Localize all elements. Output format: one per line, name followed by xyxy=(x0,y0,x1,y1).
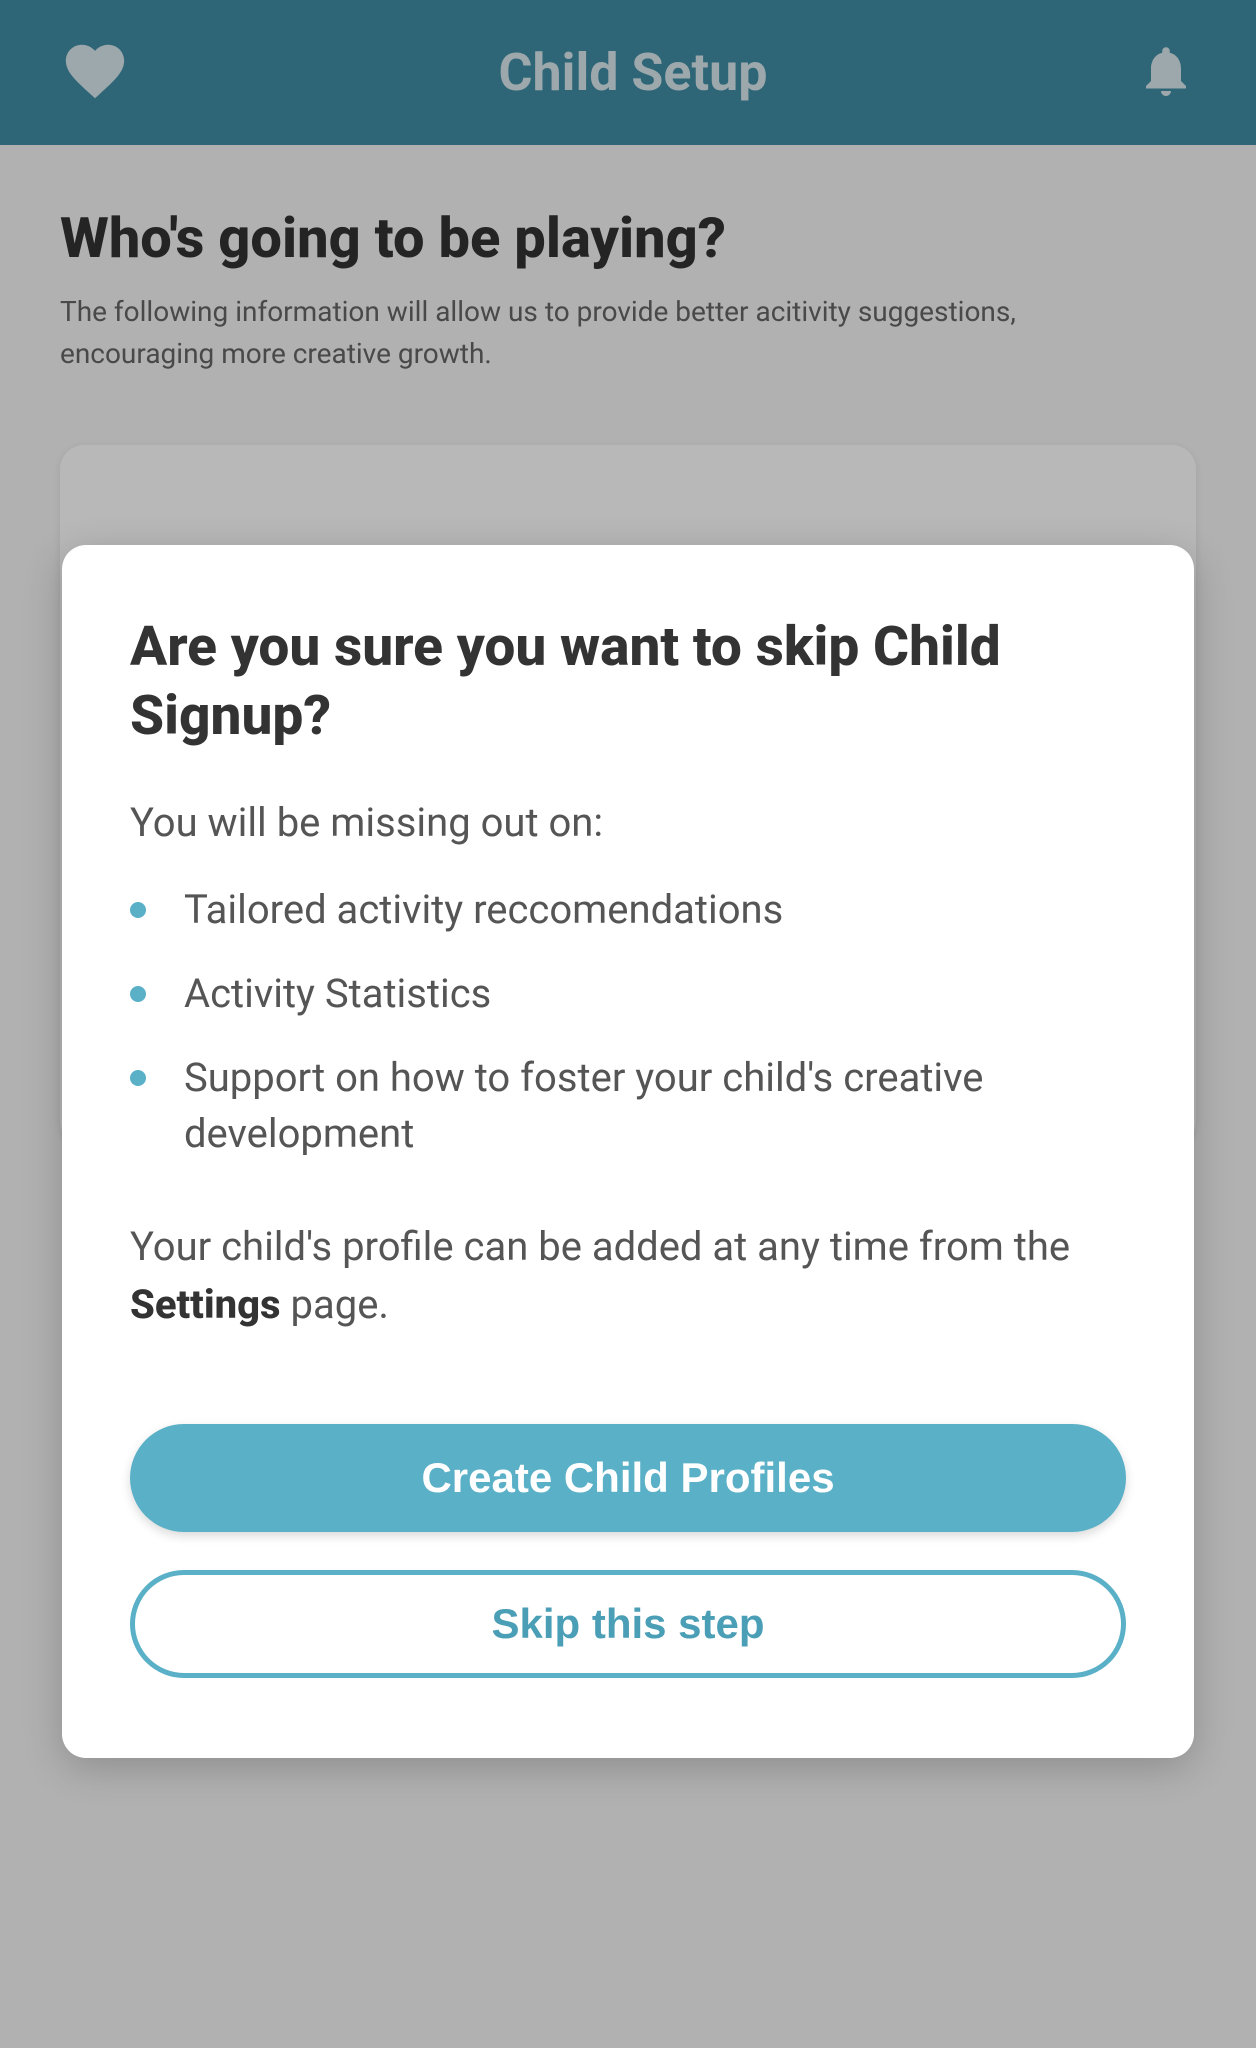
create-child-profiles-button[interactable]: Create Child Profiles xyxy=(130,1424,1126,1532)
modal-overlay[interactable]: Are you sure you want to skip Child Sign… xyxy=(0,0,1256,2048)
modal-lead: You will be missing out on: xyxy=(130,799,1126,846)
list-item: Activity Statistics xyxy=(130,966,1126,1022)
modal-note: Your child's profile can be added at any… xyxy=(130,1218,1126,1334)
list-item: Support on how to foster your child's cr… xyxy=(130,1050,1126,1162)
modal-bullet-list: Tailored activity reccomendations Activi… xyxy=(130,882,1126,1162)
modal-note-bold: Settings xyxy=(130,1281,281,1328)
skip-signup-modal: Are you sure you want to skip Child Sign… xyxy=(62,545,1194,1758)
modal-note-prefix: Your child's profile can be added at any… xyxy=(130,1223,1070,1270)
modal-title: Are you sure you want to skip Child Sign… xyxy=(130,613,1126,751)
skip-this-step-button[interactable]: Skip this step xyxy=(130,1570,1126,1678)
list-item: Tailored activity reccomendations xyxy=(130,882,1126,938)
modal-note-suffix: page. xyxy=(281,1281,389,1328)
